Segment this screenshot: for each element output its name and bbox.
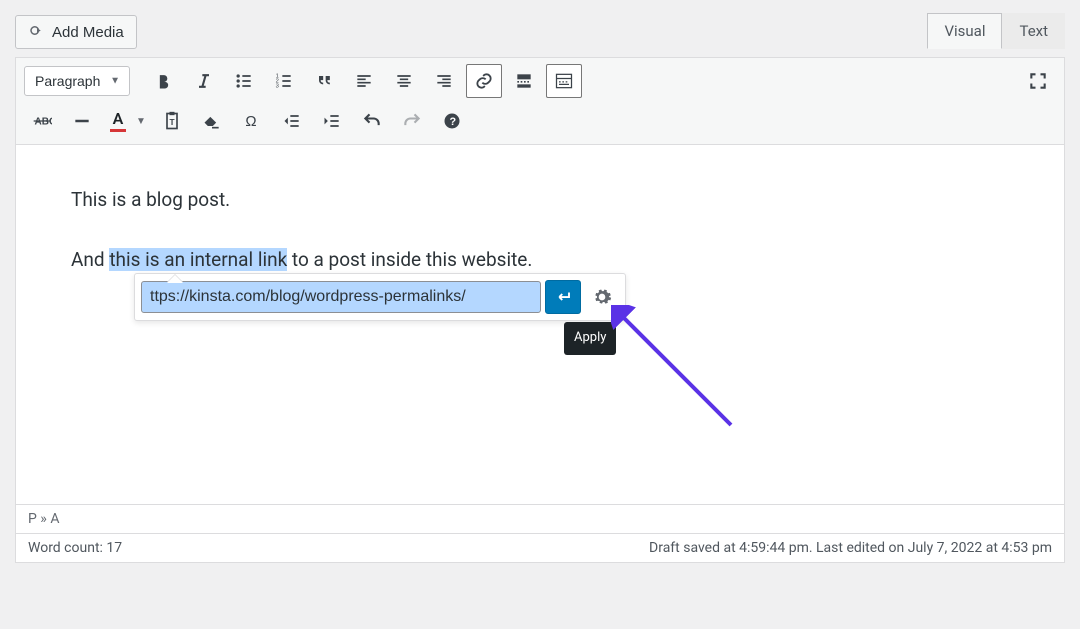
read-more-icon [514,71,534,91]
outdent-button[interactable] [274,104,310,138]
horizontal-rule-button[interactable] [64,104,100,138]
selected-link-text: this is an internal link [109,248,287,271]
paragraph-2: And this is an internal link to a post i… [71,245,1009,275]
bold-button[interactable] [146,64,182,98]
insert-link-button[interactable] [466,64,502,98]
apply-link-button[interactable] [545,280,581,314]
word-count: Word count: 17 [28,540,122,556]
link-icon [474,71,494,91]
text-color-icon: A [113,111,124,127]
align-center-icon [394,71,414,91]
help-icon: ? [442,111,462,131]
gear-icon [592,287,612,307]
strikethrough-button[interactable]: ABC [24,104,60,138]
paragraph-1: This is a blog post. [71,185,1009,215]
quote-icon [314,71,334,91]
redo-icon [402,111,422,131]
media-icon [28,23,46,41]
align-left-icon [354,71,374,91]
toolbar-toggle-button[interactable] [546,64,582,98]
outdent-icon [282,111,302,131]
help-button[interactable]: ? [434,104,470,138]
apply-tooltip: Apply [564,322,616,355]
tab-text[interactable]: Text [1002,13,1065,49]
link-settings-button[interactable] [585,280,619,314]
svg-text:3: 3 [276,84,279,90]
paste-text-button[interactable]: T [154,104,190,138]
ul-icon [234,71,254,91]
ordered-list-button[interactable]: 123 [266,64,302,98]
text-color-dropdown[interactable]: ▼ [132,104,150,138]
tab-visual[interactable]: Visual [927,13,1002,49]
enter-icon [554,288,572,306]
italic-icon [194,71,214,91]
read-more-button[interactable] [506,64,542,98]
align-center-button[interactable] [386,64,422,98]
align-right-button[interactable] [426,64,462,98]
format-select[interactable]: Paragraph [24,66,130,96]
svg-text:ABC: ABC [35,116,53,127]
strikethrough-icon: ABC [32,111,52,131]
redo-button[interactable] [394,104,430,138]
clear-format-icon [202,111,222,131]
draft-status: Draft saved at 4:59:44 pm. Last edited o… [649,540,1052,556]
blockquote-button[interactable] [306,64,342,98]
toolbar-row-1: Paragraph 123 [24,64,1056,98]
svg-text:?: ? [450,116,457,128]
undo-icon [362,111,382,131]
editor-content[interactable]: This is a blog post. And this is an inte… [15,145,1065,505]
italic-button[interactable] [186,64,222,98]
text-color-button[interactable]: A [104,104,132,138]
paste-text-icon: T [162,111,182,131]
ol-icon: 123 [274,71,294,91]
special-character-button[interactable]: Ω [234,104,270,138]
editor-toolbar: Paragraph 123 ABC A ▼ [15,57,1065,145]
omega-icon: Ω [242,111,262,131]
link-popover: Apply [134,273,626,321]
align-left-button[interactable] [346,64,382,98]
add-media-label: Add Media [52,24,124,41]
indent-button[interactable] [314,104,350,138]
unordered-list-button[interactable] [226,64,262,98]
toolbar-row-2: ABC A ▼ T Ω ? [24,104,1056,138]
fullscreen-button[interactable] [1020,64,1056,98]
indent-icon [322,111,342,131]
link-url-input[interactable] [141,281,541,313]
bold-icon [154,71,174,91]
editor-mode-tabs: Visual Text [927,13,1065,49]
clear-formatting-button[interactable] [194,104,230,138]
undo-button[interactable] [354,104,390,138]
fullscreen-icon [1028,71,1048,91]
element-path[interactable]: P » A [15,505,1065,534]
svg-text:Ω: Ω [245,113,256,130]
hr-icon [72,111,92,131]
classic-editor: Add Media Visual Text Paragraph 123 [15,15,1065,563]
toolbar-toggle-icon [554,71,574,91]
annotation-arrow [611,305,751,445]
align-right-icon [434,71,454,91]
add-media-button[interactable]: Add Media [15,15,137,49]
status-bar: Word count: 17 Draft saved at 4:59:44 pm… [15,534,1065,563]
svg-text:T: T [170,117,175,127]
